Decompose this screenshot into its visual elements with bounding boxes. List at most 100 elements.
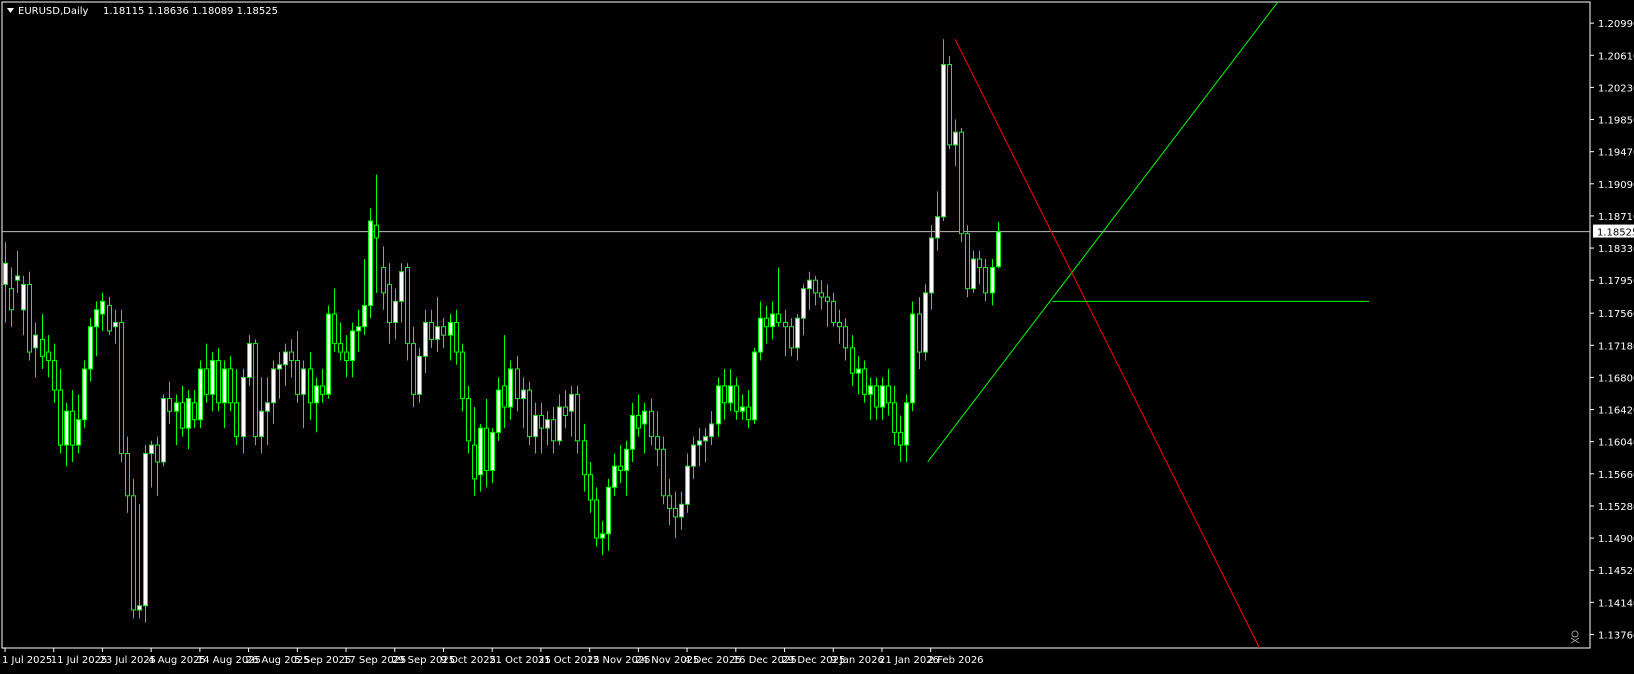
chart-background (0, 0, 1634, 670)
candle-body-bear (582, 440, 587, 476)
candle-body-bull (545, 419, 550, 429)
candle-body-bear (289, 351, 294, 362)
candle-body-bull (448, 321, 453, 336)
candle-body-bull (923, 292, 928, 353)
candle (161, 394, 166, 467)
candle-body-bull (880, 385, 885, 408)
candle-body-bull (161, 398, 166, 463)
candle-body-bull (265, 402, 270, 412)
candle (947, 56, 952, 150)
candle-body-bull (679, 503, 684, 518)
candle-body-bear (484, 427, 489, 471)
candle-body-bear (320, 385, 325, 395)
candle-body-bull (868, 385, 873, 395)
candle-body-bear (746, 406, 751, 421)
candle-body-bull (210, 360, 215, 395)
candle-body-bull (624, 448, 629, 471)
candle-body-bear (983, 267, 988, 294)
time-tick-label: 9 Jan 2026 (830, 655, 884, 666)
candle-body-bear (527, 389, 532, 438)
price-tick-label: 1.20990 (1598, 19, 1634, 30)
price-tick-label: 1.14900 (1598, 534, 1634, 545)
candle (131, 478, 136, 619)
candle-body-bull (423, 321, 428, 357)
candle-body-bull (642, 410, 647, 425)
candle-body-bull (752, 351, 757, 421)
candle-body-bear (831, 300, 836, 323)
candle-body-bull (630, 414, 635, 450)
candle-body-bull (393, 300, 398, 323)
candle-body-bear (58, 389, 63, 446)
price-tick-label: 1.18710 (1598, 212, 1634, 223)
candle-body-bull (33, 334, 38, 349)
candle-body-bear (594, 499, 599, 539)
candle-body-bull (496, 389, 501, 433)
candle (417, 347, 422, 403)
candle (143, 445, 148, 623)
candle (923, 284, 928, 361)
candle-body-bear (441, 326, 446, 336)
price-tick-label: 1.14520 (1598, 566, 1634, 577)
candle-body-bear (776, 313, 781, 323)
candle-body-bear (862, 368, 867, 395)
candle-body-bull (113, 321, 118, 328)
candle (910, 301, 915, 412)
candle-body-bull (807, 279, 812, 290)
candle-body-bear (539, 414, 544, 429)
candle-body-bull (709, 423, 714, 438)
candle-body-bull (478, 427, 483, 476)
candle (941, 39, 946, 221)
candle-body-bull (186, 398, 191, 429)
candle-body-bear (429, 321, 434, 340)
candle-body-bull (76, 419, 81, 446)
current-price-label: 1.18525 (1597, 228, 1634, 239)
symbol-label: EURUSD,Daily (18, 6, 89, 17)
candle-body-bear (673, 507, 678, 518)
candle-body-bull (301, 368, 306, 395)
candle-body-bull (910, 313, 915, 404)
candle-body-bear (234, 402, 239, 438)
candle-body-bull (362, 305, 367, 328)
candle-body-bear (332, 313, 337, 345)
chart-window[interactable]: 1.20990 1.20610 1.20230 1.19850 1.19470 1.190… (0, 0, 1634, 670)
candle-body-bear (253, 343, 258, 438)
candle (27, 271, 32, 361)
candle-body-bear (155, 444, 160, 463)
candle-body-bull (990, 267, 995, 294)
candle-body-bull (953, 131, 958, 146)
price-chart[interactable]: 1.20990 1.20610 1.20230 1.19850 1.19470 1.190… (0, 0, 1634, 670)
candle-body-bull (100, 300, 105, 315)
candle-body-bear (228, 368, 233, 404)
candle-body-bear (734, 385, 739, 412)
candle-body-bear (125, 453, 130, 497)
time-tick-label: 9 Oct 2025 (440, 655, 495, 666)
candle (253, 339, 258, 446)
candle-body-bull (259, 410, 264, 438)
candle-body-bear (764, 317, 769, 328)
candle-body-bear (959, 131, 964, 235)
candle-body-bull (283, 351, 288, 366)
price-tick-label: 1.13760 (1598, 630, 1634, 641)
candle-body-bear (825, 296, 830, 302)
candle-body-bear (843, 326, 848, 349)
candle-body-bear (636, 414, 641, 429)
candle-body-bull (795, 317, 800, 349)
candle-body-bear (405, 267, 410, 345)
candle-body-bull (3, 262, 8, 285)
candle-body-bull (137, 605, 142, 611)
candle-body-bear (472, 444, 477, 480)
candle-body-bear (119, 321, 124, 455)
candle-body-bull (314, 385, 319, 404)
candle-body-bear (374, 224, 379, 239)
candle-body-bull (685, 465, 690, 505)
candle-body-bull (703, 436, 708, 442)
candle (368, 208, 373, 319)
candle-body-bear (192, 402, 197, 421)
price-tick-label: 1.20610 (1598, 51, 1634, 62)
candle-body-bull (368, 220, 373, 307)
candle-body-bull (350, 330, 355, 362)
candle-body-bull (88, 326, 93, 370)
candle-body-bull (521, 389, 526, 400)
current-price-marker: 1.18525 (1593, 224, 1634, 239)
candle-body-bear (667, 495, 672, 509)
